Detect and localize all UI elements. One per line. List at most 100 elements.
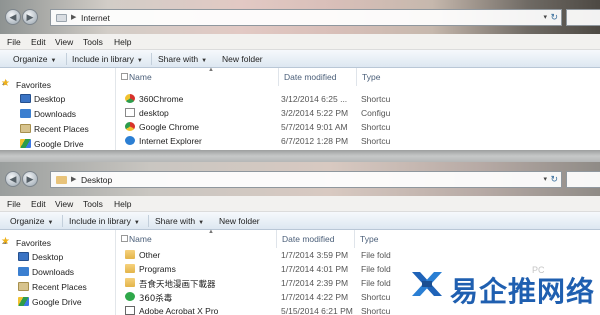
file-date: 1/7/2014 3:59 PM bbox=[281, 250, 349, 260]
breadcrumb-chevron-icon[interactable]: ▶ bbox=[71, 13, 76, 21]
new-folder-button[interactable]: New folder bbox=[222, 54, 263, 64]
address-path[interactable]: Internet bbox=[81, 13, 110, 23]
file-row[interactable]: Internet Explorer 6/7/2012 1:28 PM Short… bbox=[118, 134, 600, 148]
address-bar[interactable]: ▶ Internet ▾ ↻ bbox=[50, 9, 562, 26]
window-separator bbox=[0, 150, 600, 162]
forward-arrow-icon: ▶ bbox=[26, 11, 34, 22]
back-button[interactable]: ◀ bbox=[5, 171, 21, 187]
menu-tools[interactable]: Tools bbox=[83, 37, 103, 47]
menu-help[interactable]: Help bbox=[114, 199, 131, 209]
column-header-name[interactable]: Name bbox=[129, 72, 152, 82]
watermark: PC 易企推网络 bbox=[410, 262, 600, 312]
organize-button[interactable]: Organize ▼ bbox=[13, 54, 56, 64]
select-all-checkbox[interactable] bbox=[121, 73, 128, 80]
column-header-type[interactable]: Type bbox=[360, 234, 378, 244]
nav-item-downloads[interactable]: Downloads bbox=[20, 109, 76, 119]
column-header-date[interactable]: Date modified bbox=[282, 234, 334, 244]
select-all-checkbox[interactable] bbox=[121, 235, 128, 242]
share-label: Share with bbox=[158, 54, 199, 64]
menu-edit[interactable]: Edit bbox=[31, 37, 46, 47]
menu-tools[interactable]: Tools bbox=[83, 199, 103, 209]
menu-file[interactable]: File bbox=[7, 199, 21, 209]
refresh-icon[interactable]: ↻ bbox=[550, 12, 558, 23]
toolbar-divider bbox=[151, 53, 152, 65]
search-input[interactable] bbox=[566, 171, 600, 188]
nav-item-desktop[interactable]: Desktop bbox=[18, 252, 63, 262]
back-button[interactable]: ◀ bbox=[5, 9, 21, 25]
file-type: File fold bbox=[361, 250, 391, 260]
file-row[interactable]: 360Chrome 3/12/2014 6:25 ... Shortcu bbox=[118, 92, 600, 106]
include-label: Include in library bbox=[72, 54, 134, 64]
file-row[interactable]: Google Chrome 5/7/2014 9:01 AM Shortcu bbox=[118, 120, 600, 134]
downloads-icon bbox=[20, 109, 31, 118]
nav-item-google-drive[interactable]: Google Drive bbox=[20, 139, 84, 149]
column-header-name[interactable]: Name bbox=[129, 234, 152, 244]
watermark-logo-icon bbox=[412, 272, 442, 296]
include-in-library-button[interactable]: Include in library ▼ bbox=[72, 54, 143, 64]
column-header-type[interactable]: Type bbox=[362, 72, 380, 82]
address-dropdown-icon[interactable]: ▾ bbox=[543, 13, 547, 21]
desktop-icon bbox=[18, 252, 29, 261]
menu-view[interactable]: View bbox=[55, 199, 73, 209]
star-icon: ★ bbox=[1, 78, 10, 89]
ie-icon bbox=[125, 136, 135, 145]
favorites-label: Favorites bbox=[16, 80, 51, 90]
organize-label: Organize bbox=[10, 216, 45, 226]
share-with-button[interactable]: Share with ▼ bbox=[158, 54, 207, 64]
search-input[interactable] bbox=[566, 9, 600, 26]
file-row[interactable]: Other 1/7/2014 3:59 PM File fold bbox=[118, 248, 600, 262]
menu-view[interactable]: View bbox=[55, 37, 73, 47]
folder-icon bbox=[125, 264, 135, 273]
column-divider[interactable] bbox=[278, 68, 279, 86]
nav-label: Downloads bbox=[32, 267, 75, 277]
address-path[interactable]: Desktop bbox=[81, 175, 112, 185]
top-explorer-window: ◀ ▶ ▶ Internet ▾ ↻ File Edit View Tools … bbox=[0, 0, 600, 150]
address-bar[interactable]: ▶ Desktop ▾ ↻ bbox=[50, 171, 562, 188]
favorites-heading[interactable]: ★ Favorites bbox=[1, 78, 51, 90]
menu-file[interactable]: File bbox=[7, 37, 21, 47]
nav-label: Google Drive bbox=[32, 297, 82, 307]
include-in-library-button[interactable]: Include in library ▼ bbox=[69, 216, 140, 226]
organize-button[interactable]: Organize ▼ bbox=[10, 216, 53, 226]
file-type: Configu bbox=[361, 108, 391, 118]
file-date: 5/7/2014 9:01 AM bbox=[281, 122, 348, 132]
share-with-button[interactable]: Share with ▼ bbox=[155, 216, 204, 226]
menu-edit[interactable]: Edit bbox=[31, 199, 46, 209]
column-divider[interactable] bbox=[276, 230, 277, 248]
command-bar: Organize ▼ Include in library ▼ Share with… bbox=[0, 212, 600, 230]
refresh-icon[interactable]: ↻ bbox=[550, 174, 558, 185]
file-type: Shortcu bbox=[361, 136, 391, 146]
column-divider[interactable] bbox=[356, 68, 357, 86]
nav-item-downloads[interactable]: Downloads bbox=[18, 267, 75, 277]
toolbar-divider bbox=[66, 53, 67, 65]
google-drive-icon bbox=[20, 139, 31, 148]
column-header-date[interactable]: Date modified bbox=[284, 72, 336, 82]
dropdown-arrow-icon: ▼ bbox=[133, 220, 140, 226]
nav-item-recent-places[interactable]: Recent Places bbox=[18, 282, 87, 292]
menu-help[interactable]: Help bbox=[114, 37, 131, 47]
nav-item-google-drive[interactable]: Google Drive bbox=[18, 297, 82, 307]
downloads-icon bbox=[18, 267, 29, 276]
file-row[interactable]: desktop 3/2/2014 5:22 PM Configu bbox=[118, 106, 600, 120]
dropdown-arrow-icon: ▼ bbox=[136, 58, 143, 64]
include-label: Include in library bbox=[69, 216, 131, 226]
forward-button[interactable]: ▶ bbox=[22, 171, 38, 187]
toolbar-divider bbox=[148, 215, 149, 227]
column-divider[interactable] bbox=[354, 230, 355, 248]
favorites-heading[interactable]: ★ Favorites bbox=[1, 236, 51, 248]
forward-button[interactable]: ▶ bbox=[22, 9, 38, 25]
nav-item-recent-places[interactable]: Recent Places bbox=[20, 124, 89, 134]
breadcrumb-chevron-icon[interactable]: ▶ bbox=[71, 175, 76, 183]
address-dropdown-icon[interactable]: ▾ bbox=[543, 175, 547, 183]
nav-item-desktop[interactable]: Desktop bbox=[20, 94, 65, 104]
menu-bar: File Edit View Tools Help bbox=[0, 196, 600, 212]
new-folder-button[interactable]: New folder bbox=[219, 216, 260, 226]
watermark-text: 易企推网络 bbox=[450, 275, 596, 308]
sort-arrow-icon: ▲ bbox=[208, 229, 214, 235]
file-name: Google Chrome bbox=[139, 122, 200, 132]
dropdown-arrow-icon: ▼ bbox=[198, 220, 205, 226]
file-date: 6/7/2012 1:28 PM bbox=[281, 136, 349, 146]
navigation-pane: ◢ ★ Favorites Desktop Downloads Recent Pl… bbox=[0, 68, 116, 150]
file-date: 1/7/2014 4:01 PM bbox=[281, 264, 349, 274]
file-list: Name ▲ Date modified Type 360Chrome 3/12… bbox=[118, 67, 600, 150]
